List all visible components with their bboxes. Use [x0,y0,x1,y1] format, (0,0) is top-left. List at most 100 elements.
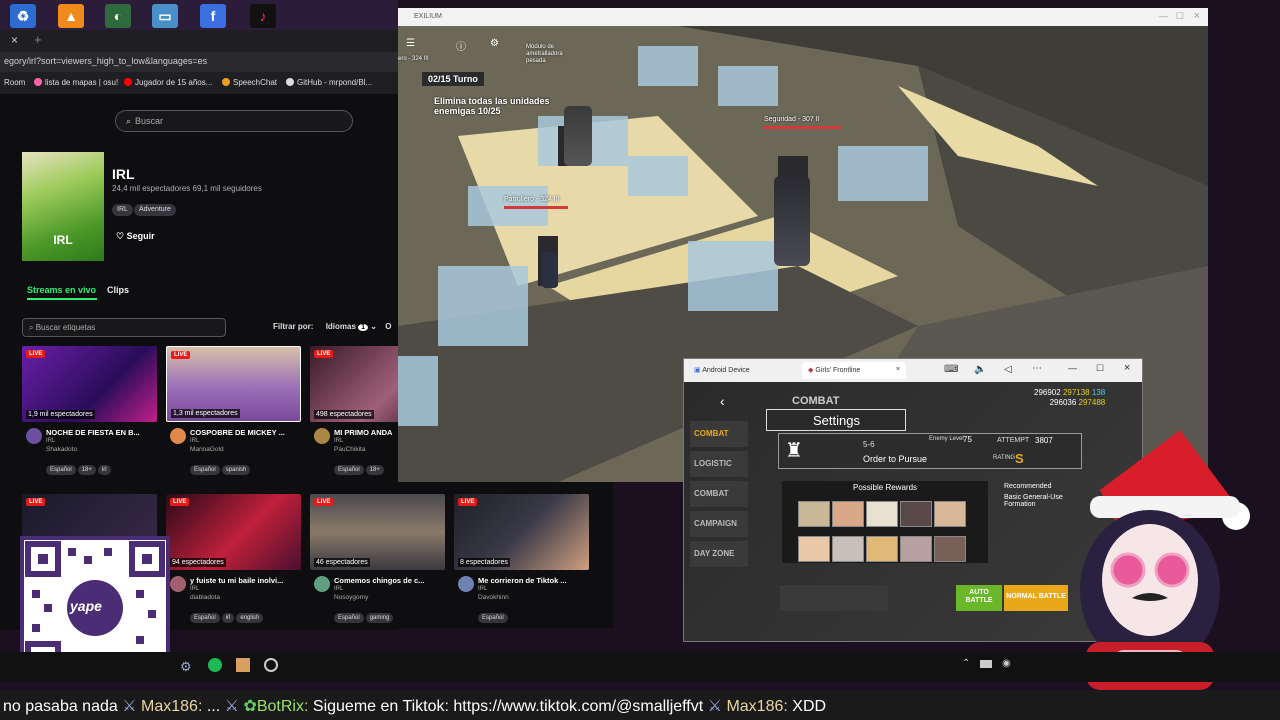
stream-category[interactable]: IRL [190,586,199,592]
reward-doll[interactable] [934,536,966,562]
stream-card[interactable]: LIVE 46 espectadores Comemos chingos de … [310,494,445,623]
keyboard-icon[interactable]: ⌨ [944,364,958,375]
reward-doll[interactable] [798,536,830,562]
enemy-turret-unit[interactable] [564,106,592,166]
close-icon[interactable]: × [1124,362,1130,374]
stream-thumbnail[interactable]: LIVE 1,3 mil espectadores [166,346,301,422]
stream-tag[interactable]: Español [190,613,220,623]
filter-more[interactable]: O [385,322,391,331]
bookmark-room[interactable]: Room [4,78,25,87]
stream-title[interactable]: NOCHE DE FIESTA EN B... [46,428,158,437]
avatar[interactable] [170,576,186,592]
category-tag[interactable]: IRL [112,204,133,216]
stream-thumbnail[interactable]: LIVE 1,9 mil espectadores [22,346,157,422]
stream-title[interactable]: MI PRIMO ANDA [334,428,398,437]
reward-doll[interactable] [798,501,830,527]
bookmark-speechchat[interactable]: SpeechChat [222,78,277,87]
reward-doll[interactable] [900,501,932,527]
streamer-name[interactable]: Davokhinn [478,594,509,601]
stream-tag[interactable]: irl [97,465,111,475]
maximize-icon[interactable]: ☐ [1096,363,1104,374]
app-icon[interactable]: ◐ [105,4,131,28]
close-icon[interactable]: × [1194,10,1200,22]
stream-card[interactable]: LIVE 1,3 mil espectadores COSPOBRE DE MI… [166,346,301,475]
stream-thumbnail[interactable]: LIVE 94 espectadores [166,494,301,570]
minimize-icon[interactable]: — [1068,363,1077,373]
girls-frontline-tab[interactable]: ◆ Girls' Frontline × [802,362,906,379]
settings-header[interactable]: Settings [766,409,906,431]
back-arrow-icon[interactable]: ‹ [720,393,725,409]
address-bar[interactable]: egory/irl?sort=viewers_high_to_low&langu… [0,52,398,72]
menu-item-combat-2[interactable]: COMBAT [690,481,748,507]
network-icon[interactable]: ◉ [1002,658,1011,669]
stream-tag[interactable]: Español [46,465,76,475]
category-thumbnail[interactable]: IRL [22,152,104,261]
menu-item-logistic[interactable]: LOGISTIC [690,451,748,477]
reward-doll[interactable] [900,536,932,562]
app-icon[interactable] [236,658,250,672]
bookmark-osu[interactable]: lista de mapas | osu! [34,78,118,87]
more-icon[interactable]: ⋯ [1032,363,1042,374]
stream-tag[interactable]: 18+ [365,465,384,475]
follow-button[interactable]: ♡ Seguir [112,228,162,246]
obs-icon[interactable] [264,658,278,672]
stream-tag[interactable]: Español [334,613,364,623]
tab-clips[interactable]: Clips [107,285,129,295]
avatar[interactable] [314,428,330,444]
enemy-mech-unit[interactable] [774,176,810,266]
android-tab[interactable]: ▣ Android Device [694,366,750,374]
stream-tag[interactable]: 18+ [77,465,96,475]
stream-tag[interactable]: spanish [221,465,251,475]
close-tab-icon[interactable]: × [11,33,18,47]
menu-item-combat[interactable]: COMBAT [690,421,748,447]
info-icon[interactable]: ⓘ [456,38,466,53]
search-input[interactable]: ⌕ Buscar [115,110,353,132]
new-tab-icon[interactable]: + [34,32,42,47]
menu-item-campaign[interactable]: CAMPAIGN [690,511,748,537]
stream-card[interactable]: LIVE 8 espectadores Me corrieron de Tikt… [454,494,589,623]
auto-battle-button[interactable]: AUTO BATTLE [956,585,1002,611]
stream-tag[interactable]: Español [190,465,220,475]
stream-card[interactable]: LIVE 94 espectadores y fuiste tu mi bail… [166,494,301,623]
stream-card[interactable]: LIVE 498 espectadores MI PRIMO ANDA IRL … [310,346,398,476]
bookmark-github[interactable]: GitHub - mrpond/Bl... [286,78,372,87]
minimize-icon[interactable]: — [1159,11,1168,21]
facebook-icon[interactable]: f [200,4,226,28]
stream-category[interactable]: IRL [190,438,199,444]
stream-thumbnail[interactable]: LIVE 8 espectadores [454,494,589,570]
spotify-icon[interactable] [208,658,222,672]
stream-title[interactable]: y fuiste tu mi baile inolvi... [190,576,302,585]
reward-doll[interactable] [832,501,864,527]
bookmark-youtube[interactable]: Jugador de 15 años... [124,78,212,87]
reward-doll[interactable] [866,501,898,527]
maximize-icon[interactable]: ☐ [1176,11,1184,22]
player-unit[interactable] [542,252,558,288]
volume-icon[interactable]: 🔈 [974,364,986,375]
streamer-name[interactable]: Nosoygomy [334,594,368,601]
category-tag[interactable]: Adventure [134,204,176,216]
stream-category[interactable]: IRL [334,438,343,444]
language-filter-dropdown[interactable]: Idiomas 1 ⌄ [326,322,377,331]
tab-live-streams[interactable]: Streams en vivo [27,285,96,295]
chevron-up-icon[interactable]: ⌃ [962,658,970,669]
stream-card[interactable]: LIVE 1,9 mil espectadores NOCHE DE FIEST… [22,346,157,475]
reward-doll[interactable] [866,536,898,562]
streamer-name[interactable]: MarinaGold [190,446,224,453]
reward-doll[interactable] [832,536,864,562]
reward-doll[interactable] [934,501,966,527]
avatar[interactable] [314,576,330,592]
stream-title[interactable]: Comemos chingos de c... [334,576,446,585]
vlc-icon[interactable]: ▲ [58,4,84,28]
streamer-name[interactable]: diabladota [190,594,220,601]
steam-icon[interactable]: ⚙ [180,659,192,675]
close-tab-icon[interactable]: × [896,366,900,373]
streamer-name[interactable]: PauChikita [334,446,365,453]
stream-tag[interactable]: Español [334,465,364,475]
stream-tag[interactable]: english [236,613,264,623]
menu-item-day-zone[interactable]: DAY ZONE [690,541,748,567]
streamer-name[interactable]: Shakadoto [46,446,77,453]
stream-category[interactable]: IRL [334,586,343,592]
stream-category[interactable]: IRL [46,438,55,444]
back-icon[interactable]: ◁ [1004,364,1012,375]
tag-search-input[interactable]: ⌕ Buscar etiquetas [22,318,226,337]
